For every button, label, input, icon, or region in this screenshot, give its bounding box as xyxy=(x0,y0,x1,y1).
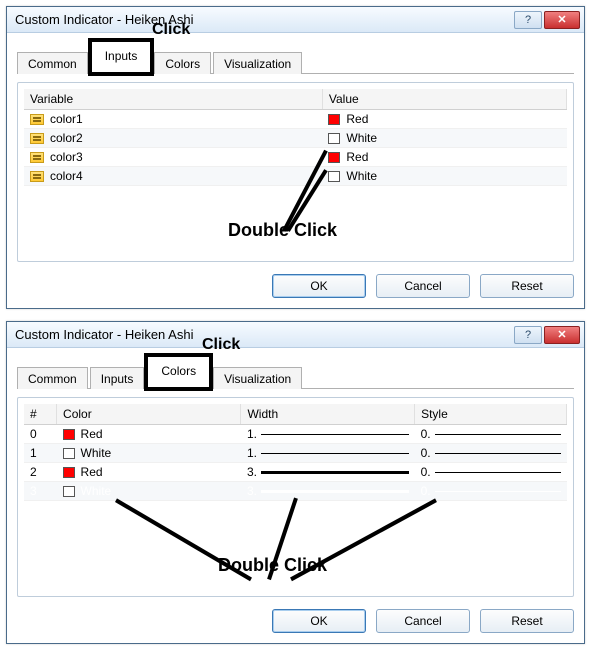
color-swatch-icon xyxy=(328,171,340,182)
style-preview-icon xyxy=(435,472,561,473)
reset-button[interactable]: Reset xyxy=(480,609,574,633)
cancel-button[interactable]: Cancel xyxy=(376,274,470,298)
window-title: Custom Indicator - Heiken Ashi xyxy=(15,327,193,342)
value-text: Red xyxy=(346,112,368,126)
cancel-button[interactable]: Cancel xyxy=(376,609,470,633)
titlebar: Custom Indicator - Heiken Ashi ? ✕ xyxy=(7,322,584,348)
tab-visualization[interactable]: Visualization xyxy=(213,367,302,389)
value-text: White xyxy=(346,131,377,145)
annot-doubleclick: Double Click xyxy=(228,220,337,241)
width-preview-icon xyxy=(261,434,409,435)
width-preview-icon xyxy=(261,471,409,474)
annot-click: Click xyxy=(152,21,190,39)
width-preview-icon xyxy=(261,490,409,493)
color-name: White xyxy=(81,446,112,460)
variable-icon xyxy=(30,171,44,182)
color-swatch-icon xyxy=(328,133,340,144)
ok-button[interactable]: OK xyxy=(272,274,366,298)
width-value: 1. xyxy=(247,446,257,460)
ok-button[interactable]: OK xyxy=(272,609,366,633)
tab-inputs[interactable]: Inputs xyxy=(90,367,145,389)
style-preview-icon xyxy=(435,491,561,492)
variable-name: color4 xyxy=(50,169,83,183)
button-row: OK Cancel Reset xyxy=(17,609,574,633)
color-swatch-icon xyxy=(63,448,75,459)
tabs: Click Common Inputs Colors Visualization xyxy=(17,354,574,389)
dialog1-wrapper: Custom Indicator - Heiken Ashi ? ✕ Click… xyxy=(6,6,585,309)
width-value: 1. xyxy=(247,427,257,441)
help-button[interactable]: ? xyxy=(514,326,542,344)
dialog-inputs: Custom Indicator - Heiken Ashi ? ✕ Click… xyxy=(6,6,585,309)
table-row[interactable]: color2 White xyxy=(24,129,567,148)
tab-colors[interactable]: Colors xyxy=(146,355,211,389)
color-swatch-icon xyxy=(328,114,340,125)
value-text: White xyxy=(346,169,377,183)
col-width[interactable]: Width xyxy=(241,404,415,425)
width-value: 3. xyxy=(247,484,257,498)
style-value: 0. xyxy=(421,427,431,441)
row-idx: 2 xyxy=(24,463,57,482)
color-name: White xyxy=(81,484,112,498)
table-row[interactable]: 0 Red 1. 0. xyxy=(24,425,567,444)
table-row[interactable]: color3 Red xyxy=(24,148,567,167)
tab-visualization[interactable]: Visualization xyxy=(213,52,302,74)
row-idx: 0 xyxy=(24,425,57,444)
style-value: 0. xyxy=(421,446,431,460)
tab-common[interactable]: Common xyxy=(17,367,88,389)
reset-button[interactable]: Reset xyxy=(480,274,574,298)
tab-inputs[interactable]: Inputs xyxy=(90,40,153,74)
close-button[interactable]: ✕ xyxy=(544,326,580,344)
width-preview-icon xyxy=(261,453,409,454)
tab-common[interactable]: Common xyxy=(17,52,88,74)
table-row[interactable]: color4 White xyxy=(24,167,567,186)
col-color[interactable]: Color xyxy=(57,404,241,425)
close-button[interactable]: ✕ xyxy=(544,11,580,29)
variable-name: color1 xyxy=(50,112,83,126)
style-value: 0. xyxy=(421,484,431,498)
variable-icon xyxy=(30,133,44,144)
style-preview-icon xyxy=(435,434,561,435)
color-swatch-icon xyxy=(328,152,340,163)
annot-doubleclick: Double Click xyxy=(218,555,327,576)
window-controls: ? ✕ xyxy=(514,11,580,29)
color-name: Red xyxy=(81,465,103,479)
variable-icon xyxy=(30,152,44,163)
row-idx: 1 xyxy=(24,444,57,463)
inputs-panel: Variable Value color1Redcolor2Whitecolor… xyxy=(17,82,574,262)
annot-click: Click xyxy=(202,336,240,354)
variable-name: color3 xyxy=(50,150,83,164)
help-button[interactable]: ? xyxy=(514,11,542,29)
dialog2-wrapper: Custom Indicator - Heiken Ashi ? ✕ Click… xyxy=(6,321,585,644)
col-value[interactable]: Value xyxy=(322,89,566,110)
color-swatch-icon xyxy=(63,486,75,497)
colors-table[interactable]: # Color Width Style 0 Red 1. 0. 1 White 1. 0. 2 R… xyxy=(24,404,567,501)
row-idx: 3 xyxy=(24,482,57,501)
button-row: OK Cancel Reset xyxy=(17,274,574,298)
style-value: 0. xyxy=(421,465,431,479)
color-name: Red xyxy=(81,427,103,441)
tab-colors[interactable]: Colors xyxy=(154,52,211,74)
table-row[interactable]: color1 Red xyxy=(24,110,567,129)
dialog-colors: Custom Indicator - Heiken Ashi ? ✕ Click… xyxy=(6,321,585,644)
col-style[interactable]: Style xyxy=(415,404,567,425)
col-variable[interactable]: Variable xyxy=(24,89,322,110)
style-preview-icon xyxy=(435,453,561,454)
color-swatch-icon xyxy=(63,429,75,440)
window-controls: ? ✕ xyxy=(514,326,580,344)
width-value: 3. xyxy=(247,465,257,479)
col-idx[interactable]: # xyxy=(24,404,57,425)
table-row[interactable]: 2 Red 3. 0. xyxy=(24,463,567,482)
titlebar: Custom Indicator - Heiken Ashi ? ✕ xyxy=(7,7,584,33)
table-row[interactable]: 3 White 3. 0. xyxy=(24,482,567,501)
table-row[interactable]: 1 White 1. 0. xyxy=(24,444,567,463)
value-text: Red xyxy=(346,150,368,164)
colors-panel: # Color Width Style 0 Red 1. 0. 1 White 1. 0. 2 R… xyxy=(17,397,574,597)
variable-icon xyxy=(30,114,44,125)
tabs: Click Common Inputs Colors Visualization xyxy=(17,39,574,74)
inputs-table[interactable]: Variable Value color1Redcolor2Whitecolor… xyxy=(24,89,567,186)
color-swatch-icon xyxy=(63,467,75,478)
variable-name: color2 xyxy=(50,131,83,145)
